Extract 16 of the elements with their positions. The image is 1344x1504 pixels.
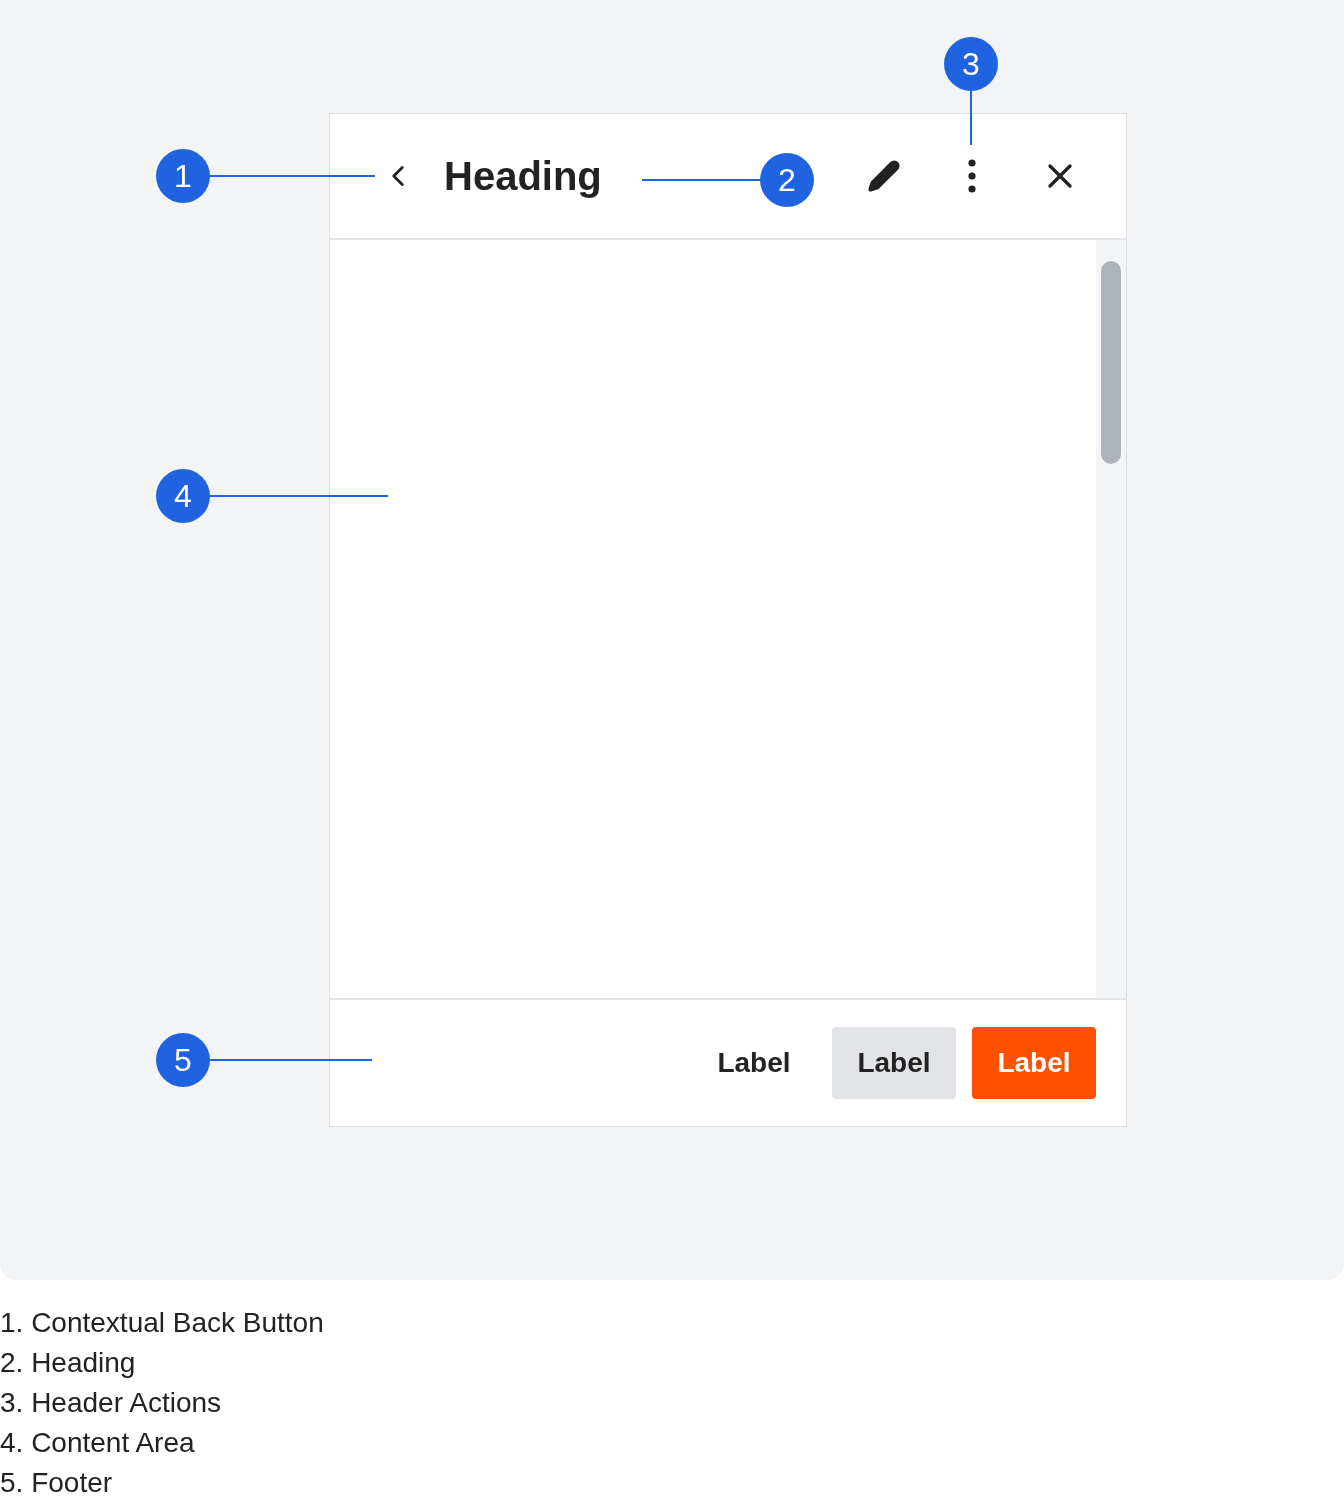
- legend-item: 2. Heading: [0, 1348, 137, 1378]
- callout-badge: 5: [156, 1033, 210, 1087]
- scrollbar-thumb[interactable]: [1101, 261, 1121, 464]
- callout-badge: 1: [156, 149, 210, 203]
- callout-badge: 3: [944, 37, 998, 91]
- text-button[interactable]: Label: [692, 1027, 816, 1099]
- legend-item: 1. Contextual Back Button: [0, 1308, 325, 1338]
- secondary-button[interactable]: Label: [832, 1027, 956, 1099]
- leader-line: [970, 91, 972, 145]
- legend-item: 5. Footer: [0, 1468, 114, 1498]
- panel-heading: Heading: [444, 153, 602, 199]
- more-icon: [968, 159, 976, 193]
- legend-item: 3. Header Actions: [0, 1388, 223, 1418]
- callout-badge: 4: [156, 469, 210, 523]
- legend-item: 4. Content Area: [0, 1428, 196, 1458]
- pencil-icon: [867, 159, 901, 193]
